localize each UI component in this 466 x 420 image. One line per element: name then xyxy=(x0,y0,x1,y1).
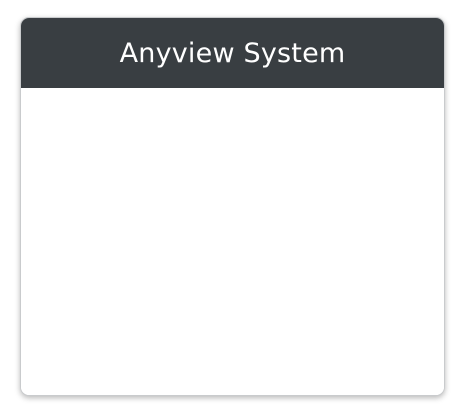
system-card: Anyview System xyxy=(20,17,445,396)
card-body xyxy=(21,88,444,395)
card-header: Anyview System xyxy=(21,18,444,88)
system-title: Anyview System xyxy=(119,37,346,69)
